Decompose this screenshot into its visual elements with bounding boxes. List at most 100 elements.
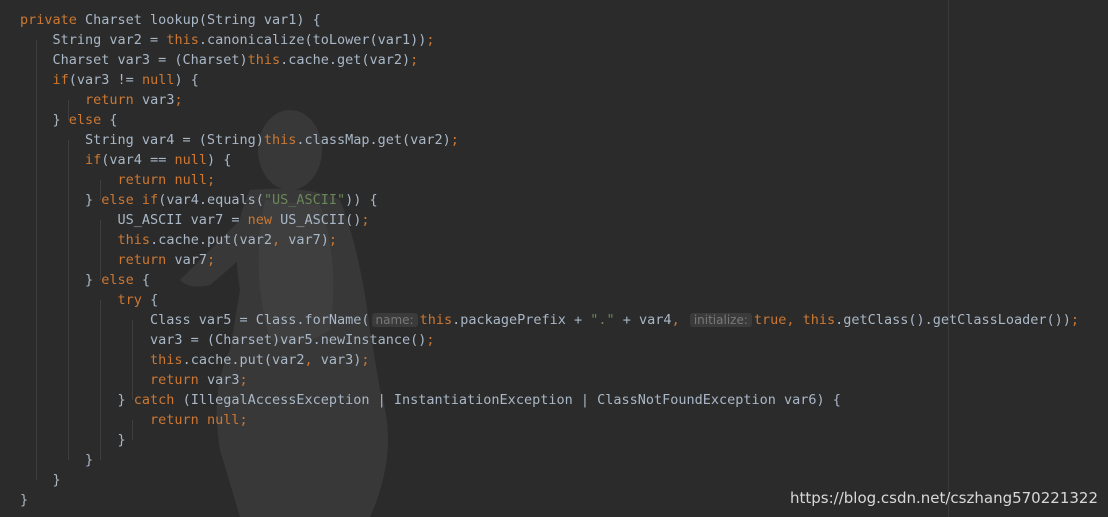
code-token: this xyxy=(150,352,183,368)
code-token: US_ASCII var7 = xyxy=(20,212,248,228)
code-token: , xyxy=(304,352,321,368)
code-line[interactable]: } else { xyxy=(20,110,1079,130)
code-token: Charset lookup(String var1) { xyxy=(85,12,321,28)
code-token: return xyxy=(117,252,175,268)
code-token: { xyxy=(150,292,159,308)
code-line[interactable]: } else { xyxy=(20,270,1079,290)
code-token: ; xyxy=(426,332,435,348)
code-token: Class var5 = Class.forName( xyxy=(20,312,370,328)
code-token: ; xyxy=(361,212,370,228)
code-token: (var4 == xyxy=(101,152,175,168)
code-token: return null; xyxy=(150,412,248,428)
code-token: .cache.put(var2 xyxy=(150,232,272,248)
code-token: ; xyxy=(426,32,435,48)
code-token: } xyxy=(20,112,69,128)
code-token: ; xyxy=(410,52,419,68)
code-token: (IllegalAccessException | InstantiationE… xyxy=(182,392,841,408)
code-line[interactable]: } xyxy=(20,430,1079,450)
code-token: ; xyxy=(328,232,338,248)
code-line[interactable]: String var2 = this.canonicalize(toLower(… xyxy=(20,30,1079,50)
code-token: ) { xyxy=(206,152,232,168)
code-token: } xyxy=(20,432,126,448)
code-line[interactable]: try { xyxy=(20,290,1079,310)
code-token: else xyxy=(68,112,110,128)
code-token: return xyxy=(85,92,142,108)
code-token: .getClass().getClassLoader()) xyxy=(835,312,1071,328)
code-line[interactable]: String var4 = (String)this.classMap.get(… xyxy=(20,130,1079,150)
code-line[interactable]: private Charset lookup(String var1) { xyxy=(20,10,1079,30)
code-token: } xyxy=(20,472,61,488)
code-line[interactable]: this.cache.put(var2, var7); xyxy=(20,230,1079,250)
code-token: return xyxy=(150,372,207,388)
code-token: return null; xyxy=(117,172,216,188)
code-token: { xyxy=(141,272,151,288)
code-token: if xyxy=(52,72,69,88)
code-token: } xyxy=(20,452,94,468)
code-line[interactable]: this.cache.put(var2, var3); xyxy=(20,350,1079,370)
code-line[interactable]: Charset var3 = (Charset)this.cache.get(v… xyxy=(20,50,1079,70)
code-token: else if xyxy=(101,192,159,208)
code-token: , xyxy=(671,312,688,328)
code-token: this xyxy=(263,132,297,148)
code-token: , xyxy=(271,232,289,248)
code-token: ; xyxy=(450,132,459,148)
code-token: } xyxy=(20,272,102,288)
watermark-url: https://blog.csdn.net/cszhang570221322 xyxy=(789,489,1098,507)
code-token: var7) xyxy=(288,232,329,248)
code-token: } xyxy=(20,492,29,508)
code-line[interactable]: Class var5 = Class.forName(name: this.pac… xyxy=(20,310,1079,330)
code-token: + var4 xyxy=(614,312,672,328)
code-token: var3 xyxy=(206,372,240,388)
code-line[interactable]: } xyxy=(20,450,1079,470)
code-token: )) { xyxy=(345,192,378,208)
code-token: (var4.equals( xyxy=(158,192,264,208)
code-token: ; xyxy=(206,252,216,268)
code-token: var7 xyxy=(174,252,207,268)
code-token: } xyxy=(20,192,102,208)
code-editor[interactable]: private Charset lookup(String var1) { St… xyxy=(20,10,1079,510)
code-line[interactable]: } catch (IllegalAccessException | Instan… xyxy=(20,390,1079,410)
code-token: var3) xyxy=(320,352,362,368)
code-token: this xyxy=(247,52,281,68)
code-line[interactable]: } xyxy=(20,470,1079,490)
code-token: new xyxy=(247,212,281,228)
code-token: String var2 = xyxy=(20,32,167,48)
code-token: null xyxy=(141,72,175,88)
code-token: private xyxy=(20,12,86,28)
code-token: .canonicalize(toLower(var1)) xyxy=(198,32,427,48)
code-token: catch xyxy=(133,392,183,408)
parameter-hint: initialize: xyxy=(689,313,752,327)
code-token: try xyxy=(117,292,151,308)
code-token: this xyxy=(117,232,151,248)
code-line[interactable]: if(var3 != null) { xyxy=(20,70,1079,90)
code-line[interactable]: if(var4 == null) { xyxy=(20,150,1079,170)
code-token: this xyxy=(166,32,199,48)
code-line[interactable]: return var3; xyxy=(20,370,1079,390)
code-token: ; xyxy=(361,352,370,368)
code-token: ; xyxy=(239,372,248,388)
code-line[interactable]: } else if(var4.equals("US_ASCII")) { xyxy=(20,190,1079,210)
code-token: "US_ASCII" xyxy=(263,192,346,208)
code-token: ) { xyxy=(174,72,199,88)
code-line[interactable]: return null; xyxy=(20,410,1079,430)
code-token: (var3 != xyxy=(68,72,142,88)
code-line[interactable]: return var7; xyxy=(20,250,1079,270)
code-token: .classMap.get(var2) xyxy=(296,132,451,148)
parameter-hint: name: xyxy=(371,313,418,327)
code-token: else xyxy=(101,272,142,288)
code-line[interactable]: var3 = (Charset)var5.newInstance(); xyxy=(20,330,1079,350)
code-token: Charset var3 = (Charset) xyxy=(20,52,248,68)
code-token: } xyxy=(20,392,134,408)
code-line[interactable]: return null; xyxy=(20,170,1079,190)
code-token: true, this xyxy=(753,312,836,328)
code-line[interactable]: US_ASCII var7 = new US_ASCII(); xyxy=(20,210,1079,230)
code-line[interactable]: return var3; xyxy=(20,90,1079,110)
